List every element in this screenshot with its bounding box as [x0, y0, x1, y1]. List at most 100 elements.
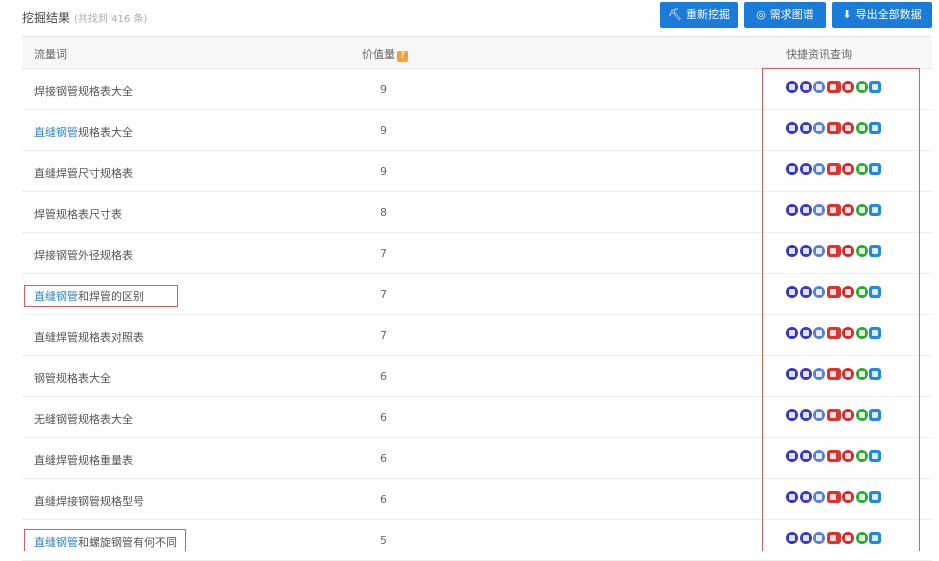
zhidao-icon[interactable] [826, 81, 841, 93]
so360-icon[interactable] [813, 245, 825, 257]
wechat-icon[interactable] [855, 532, 868, 544]
zhihu-icon[interactable] [869, 204, 881, 216]
baidu-icon[interactable] [786, 532, 798, 544]
zhidao-icon[interactable] [826, 409, 841, 421]
zhidao-icon[interactable] [826, 122, 841, 134]
weibo-icon[interactable] [842, 450, 854, 462]
wechat-icon[interactable] [855, 491, 868, 503]
wechat-icon[interactable] [855, 409, 868, 421]
so360-icon[interactable] [813, 81, 825, 93]
demand-graph-button[interactable]: ◎ 需求图谱 [744, 2, 826, 28]
weibo-icon[interactable] [842, 491, 854, 503]
zhihu-icon[interactable] [869, 163, 881, 175]
zhihu-icon[interactable] [869, 409, 881, 421]
zhidao-icon[interactable] [826, 368, 841, 380]
weibo-icon[interactable] [842, 532, 854, 544]
so360-icon[interactable] [813, 450, 825, 462]
weibo-icon[interactable] [842, 368, 854, 380]
sogou-icon[interactable] [799, 532, 812, 544]
zhidao-icon[interactable] [826, 286, 841, 298]
baidu-icon[interactable] [786, 81, 798, 93]
keyword-cell[interactable]: 直缝钢管和螺旋钢管有何不同 [34, 534, 177, 550]
keyword-cell[interactable]: 无缝钢管规格表大全 [34, 411, 133, 427]
weibo-icon[interactable] [842, 204, 854, 216]
baidu-icon[interactable] [786, 245, 798, 257]
keyword-cell[interactable]: 焊接钢管外径规格表 [34, 247, 133, 263]
zhihu-icon[interactable] [869, 368, 881, 380]
so360-icon[interactable] [813, 491, 825, 503]
sogou-icon[interactable] [799, 81, 812, 93]
so360-icon[interactable] [813, 163, 825, 175]
sogou-icon[interactable] [799, 450, 812, 462]
so360-icon[interactable] [813, 286, 825, 298]
zhihu-icon[interactable] [869, 327, 881, 339]
so360-icon[interactable] [813, 532, 825, 544]
zhihu-icon[interactable] [869, 245, 881, 257]
wechat-icon[interactable] [855, 163, 868, 175]
baidu-icon[interactable] [786, 122, 798, 134]
weibo-icon[interactable] [842, 122, 854, 134]
zhidao-icon[interactable] [826, 163, 841, 175]
weibo-icon[interactable] [842, 163, 854, 175]
keyword-highlight[interactable]: 直缝钢管 [34, 536, 78, 549]
weibo-icon[interactable] [842, 81, 854, 93]
baidu-icon[interactable] [786, 286, 798, 298]
baidu-icon[interactable] [786, 163, 798, 175]
keyword-cell[interactable]: 直缝钢管和焊管的区别 [34, 288, 144, 304]
wechat-icon[interactable] [855, 286, 868, 298]
so360-icon[interactable] [813, 368, 825, 380]
keyword-cell[interactable]: 直缝焊接钢管规格型号 [34, 493, 144, 509]
zhihu-icon[interactable] [869, 286, 881, 298]
baidu-icon[interactable] [786, 409, 798, 421]
sogou-icon[interactable] [799, 286, 812, 298]
zhihu-icon[interactable] [869, 122, 881, 134]
zhidao-icon[interactable] [826, 532, 841, 544]
zhidao-icon[interactable] [826, 245, 841, 257]
so360-icon[interactable] [813, 204, 825, 216]
keyword-highlight[interactable]: 直缝钢管 [34, 290, 78, 303]
so360-icon[interactable] [813, 409, 825, 421]
keyword-highlight[interactable]: 直缝钢管 [34, 126, 78, 139]
sogou-icon[interactable] [799, 491, 812, 503]
keyword-cell[interactable]: 直缝焊管规格重量表 [34, 452, 133, 468]
keyword-cell[interactable]: 直缝钢管规格表大全 [34, 124, 133, 140]
remine-button[interactable]: ⛏ 重新挖掘 [660, 2, 738, 28]
zhihu-icon[interactable] [869, 532, 881, 544]
keyword-cell[interactable]: 焊接钢管规格表大全 [34, 83, 133, 99]
baidu-icon[interactable] [786, 368, 798, 380]
keyword-cell[interactable]: 焊管规格表尺寸表 [34, 206, 122, 222]
zhihu-icon[interactable] [869, 450, 881, 462]
keyword-cell[interactable]: 钢管规格表大全 [34, 370, 111, 386]
wechat-icon[interactable] [855, 245, 868, 257]
baidu-icon[interactable] [786, 450, 798, 462]
so360-icon[interactable] [813, 327, 825, 339]
sogou-icon[interactable] [799, 245, 812, 257]
keyword-cell[interactable]: 直缝焊管尺寸规格表 [34, 165, 133, 181]
wechat-icon[interactable] [855, 327, 868, 339]
zhidao-icon[interactable] [826, 204, 841, 216]
sogou-icon[interactable] [799, 368, 812, 380]
baidu-icon[interactable] [786, 204, 798, 216]
sogou-icon[interactable] [799, 409, 812, 421]
zhidao-icon[interactable] [826, 327, 841, 339]
weibo-icon[interactable] [842, 286, 854, 298]
sogou-icon[interactable] [799, 204, 812, 216]
sogou-icon[interactable] [799, 327, 812, 339]
weibo-icon[interactable] [842, 409, 854, 421]
sogou-icon[interactable] [799, 163, 812, 175]
zhidao-icon[interactable] [826, 491, 841, 503]
keyword-cell[interactable]: 直缝焊管规格表对照表 [34, 329, 144, 345]
weibo-icon[interactable] [842, 327, 854, 339]
wechat-icon[interactable] [855, 204, 868, 216]
export-all-button[interactable]: ⬇ 导出全部数据 [832, 2, 932, 28]
baidu-icon[interactable] [786, 491, 798, 503]
baidu-icon[interactable] [786, 327, 798, 339]
so360-icon[interactable] [813, 122, 825, 134]
zhihu-icon[interactable] [869, 491, 881, 503]
zhihu-icon[interactable] [869, 81, 881, 93]
wechat-icon[interactable] [855, 450, 868, 462]
wechat-icon[interactable] [855, 368, 868, 380]
help-icon[interactable]: ? [397, 51, 408, 62]
wechat-icon[interactable] [855, 81, 868, 93]
zhidao-icon[interactable] [826, 450, 841, 462]
